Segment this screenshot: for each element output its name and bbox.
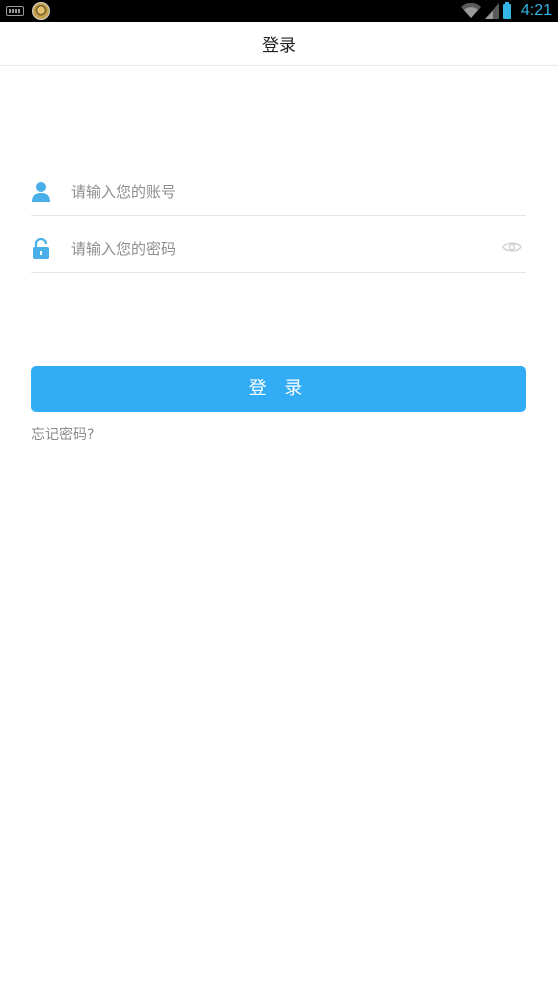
status-bar: 4:21 <box>0 0 558 22</box>
status-clock: 4:21 <box>520 2 552 19</box>
wifi-icon <box>460 3 481 19</box>
battery-icon <box>502 1 511 19</box>
user-icon <box>32 182 50 202</box>
page-title: 登录 <box>262 36 296 56</box>
keyboard-icon <box>6 6 24 16</box>
login-button[interactable]: 登 录 <box>31 366 526 412</box>
password-field <box>31 223 526 273</box>
app-notification-icon <box>32 2 50 20</box>
account-input[interactable] <box>71 176 491 208</box>
eye-icon[interactable] <box>502 240 522 254</box>
password-input[interactable] <box>71 233 491 265</box>
account-field <box>31 166 526 216</box>
title-bar: 登录 <box>0 22 558 66</box>
unlock-icon <box>33 238 49 259</box>
signal-icon <box>484 3 499 19</box>
forgot-password-link[interactable]: 忘记密码? <box>31 424 94 444</box>
